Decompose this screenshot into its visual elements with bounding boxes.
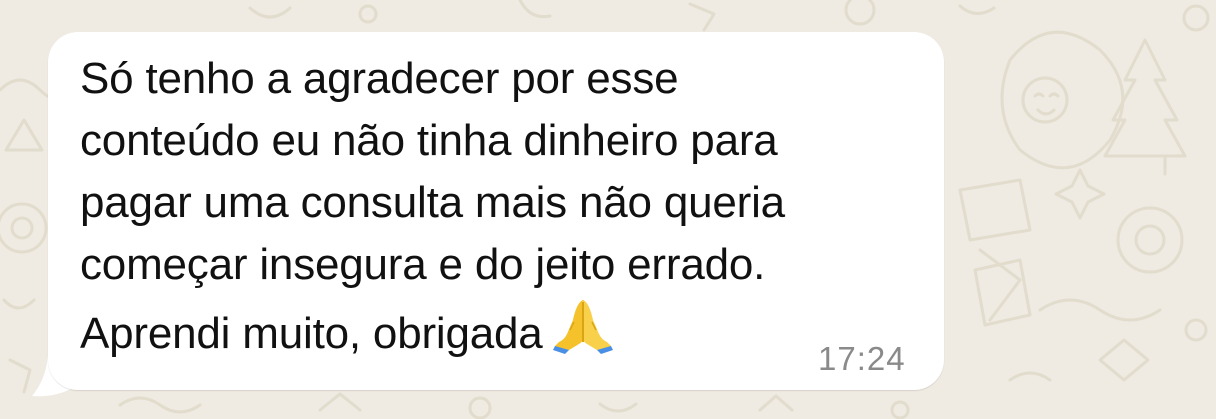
message-line: Só tenho a agradecer por esse — [80, 54, 679, 103]
message-timestamp: 17:24 — [818, 340, 906, 377]
message-text: Só tenho a agradecer por esse conteúdo e… — [80, 48, 930, 371]
message-line: pagar uma consulta mais não queria — [80, 178, 785, 227]
message-line: Aprendi muito, obrigada — [80, 309, 543, 358]
folded-hands-icon — [552, 296, 613, 371]
message-last-line: Aprendi muito, obrigada — [80, 296, 930, 371]
message-line: começar insegura e do jeito errado. — [80, 240, 766, 289]
message-line: conteúdo eu não tinha dinheiro para — [80, 116, 778, 165]
